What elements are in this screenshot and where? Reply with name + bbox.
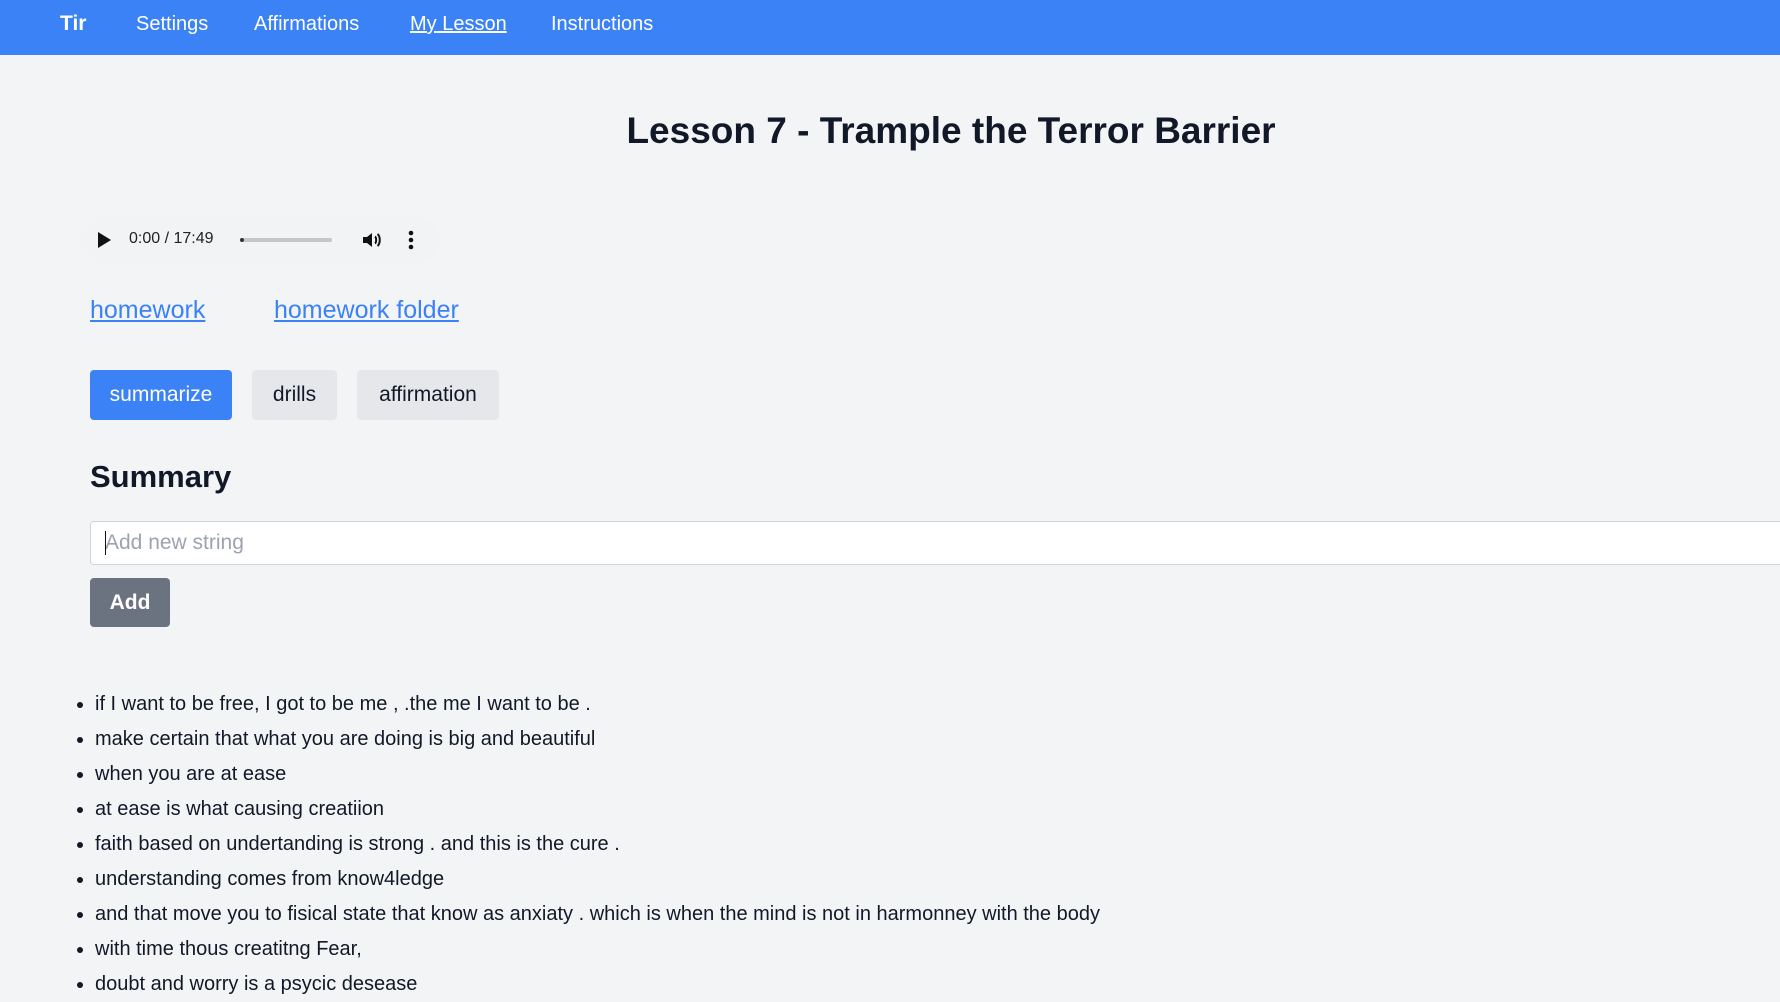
nav-my-lesson[interactable]: My Lesson <box>410 13 507 36</box>
add-button[interactable]: Add <box>90 578 170 627</box>
list-item: with time thous creatitng Fear, <box>95 932 1100 967</box>
volume-icon[interactable] <box>360 228 384 252</box>
list-item: if I want to be free, I got to be me , .… <box>95 687 1100 722</box>
list-item: doubt and worry is a psycic desease <box>95 967 1100 1002</box>
summary-list: if I want to be free, I got to be me , .… <box>50 687 1100 1002</box>
homework-link[interactable]: homework <box>90 296 205 325</box>
homework-folder-link[interactable]: homework folder <box>274 296 459 325</box>
list-item: at ease is what causing creatiion <box>95 792 1100 827</box>
list-item: make certain that what you are doing is … <box>95 722 1100 757</box>
page-title: Lesson 7 - Trample the Terror Barrier <box>626 110 1276 151</box>
nav-instructions[interactable]: Instructions <box>551 13 653 36</box>
audio-progress-fill <box>240 238 244 242</box>
list-item: understanding comes from know4ledge <box>95 862 1100 897</box>
list-item: faith based on undertanding is strong . … <box>95 827 1100 862</box>
tab-drills[interactable]: drills <box>252 370 337 420</box>
top-navbar: Tir Settings Affirmations My Lesson Inst… <box>0 0 1780 55</box>
tab-affirmation[interactable]: affirmation <box>357 370 499 420</box>
nav-affirmations[interactable]: Affirmations <box>254 13 359 36</box>
text-caret <box>105 531 106 555</box>
nav-settings[interactable]: Settings <box>136 13 208 36</box>
tab-summarize[interactable]: summarize <box>90 370 232 420</box>
list-item: when you are at ease <box>95 757 1100 792</box>
summary-heading: Summary <box>90 459 232 494</box>
brand-logo[interactable]: Tir <box>60 12 86 36</box>
audio-progress-track[interactable] <box>240 238 332 242</box>
audio-player[interactable]: 0:00 / 17:49 <box>78 215 440 265</box>
list-item: and that move you to fisical state that … <box>95 897 1100 932</box>
play-icon[interactable] <box>98 232 111 248</box>
new-string-input[interactable] <box>90 521 1780 565</box>
more-options-icon[interactable] <box>408 228 414 252</box>
audio-time: 0:00 / 17:49 <box>129 230 214 247</box>
